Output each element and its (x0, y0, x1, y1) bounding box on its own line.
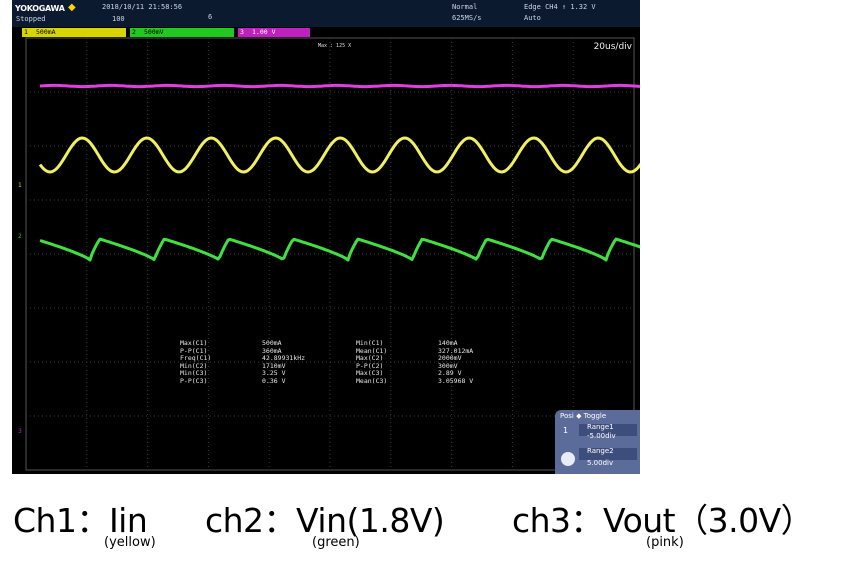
rotary-knob-icon[interactable] (561, 452, 575, 466)
channel-2-scale-label: 500mV (144, 28, 164, 36)
zoom-panel-title: Posi ◆ Toggle (560, 412, 607, 420)
ch2-vin-trace (39, 237, 640, 262)
range2-value: 5.00div (587, 459, 614, 467)
channel-2-number: 2 (132, 28, 136, 36)
caption-ch3-color: (pink) (646, 535, 684, 550)
sample-rate: 625MS/s (452, 14, 482, 22)
range1-value: -5.00div (587, 432, 616, 440)
ch1-iin-trace (38, 136, 640, 174)
channel-1-scale-label: 500mA (36, 28, 56, 36)
brand-diamond-icon: ◆ (68, 2, 76, 13)
timebase-readout: 20us/div (593, 42, 632, 52)
channel-3-scale[interactable]: 3 1.00 V (238, 28, 310, 37)
caption-ch1-color: (yellow) (104, 535, 156, 550)
ch3-vout-trace (39, 83, 640, 89)
channel-1-scale[interactable]: 1 500mA (22, 28, 126, 37)
scope-status-bar: YOKOGAWA ◆ Stopped 2018/10/11 21:58:56 1… (12, 0, 640, 27)
channel-3-level-marker: 3 (18, 428, 22, 435)
measurement-values-col2: 140mA 327.012mA 2000mV 300mV 2.89 V 3.05968 V (438, 339, 474, 385)
range2-label: Range2 (587, 447, 614, 455)
measurement-labels-col2: Min(C1) Mean(C1) Max(C2) P-P(C2) Max(C3) Mean… (356, 339, 388, 385)
trigger-setting: Edge CH4 ↑ 1.32 V (524, 3, 596, 11)
measurement-labels-col1: Max(C1) P-P(C1) Freq(C1) Min(C2) Min(C3) P-P(… (180, 339, 211, 385)
acq-count: 100 (112, 15, 125, 23)
oscilloscope-screen: YOKOGAWA ◆ Stopped 2018/10/11 21:58:56 1… (12, 0, 640, 474)
channel-3-number: 3 (240, 28, 244, 36)
caption-ch2-color: (green) (312, 535, 360, 550)
channel-2-scale[interactable]: 2 500mV (130, 28, 234, 37)
range1-label: Range1 (587, 423, 614, 431)
waveform-grid (25, 37, 640, 471)
trigger-mode: Auto (524, 14, 541, 22)
zoom-position-panel[interactable]: Posi ◆ Toggle Range1 -5.00div Range2 5.0… (555, 410, 640, 474)
acq-status: Stopped (16, 15, 46, 23)
datetime-readout: 2018/10/11 21:58:56 (102, 3, 183, 11)
acq-mode: Normal (452, 3, 478, 11)
channel-3-scale-label: 1.00 V (252, 28, 276, 36)
channel-1-number: 1 (24, 28, 28, 36)
range1-number: 1 (563, 426, 569, 435)
measurement-cell: P-P(C3) (180, 376, 208, 385)
measurement-cell: 0.36 V (262, 376, 286, 385)
channel-2-level-marker: 2 (18, 233, 22, 240)
zoom-max-readout: Max : 125 X (318, 43, 352, 49)
measurement-cell: Mean(C3) (356, 376, 388, 385)
measurement-cell: 3.05968 V (438, 376, 474, 385)
marker-glyph: 6 (208, 13, 213, 21)
measurement-values-col1: 500mA 360mA 42.89931kHz 1710mV 3.25 V 0.36 V (262, 339, 305, 385)
channel-1-level-marker: 1 (18, 182, 22, 189)
brand-logo: YOKOGAWA (15, 4, 65, 13)
